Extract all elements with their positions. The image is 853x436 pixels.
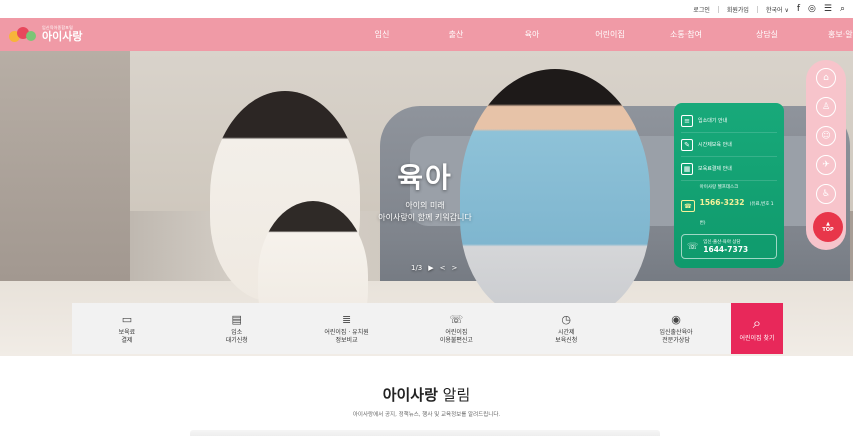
phone-card-icon: ☎ [681, 200, 695, 212]
service-report[interactable]: ☏ 어린이집 이용불편신고 [401, 303, 511, 354]
nav-item-community[interactable]: 소통·참여 [644, 29, 728, 40]
signup-link[interactable]: 회원가입 [727, 5, 749, 14]
nav-item-birth[interactable]: 출산 [424, 29, 488, 40]
scroll-top-button[interactable]: ▲ TOP [813, 212, 843, 242]
hero-subtitle-line-2: 아이사랑이 함께 키워갑니다 [378, 212, 472, 222]
divider [717, 5, 719, 13]
document-icon: ≡ [681, 114, 693, 127]
quick-item-label: 보육료결제 안내 [698, 166, 732, 172]
service-label: 어린이집 · 유치원 [324, 328, 369, 336]
menu-icon[interactable]: ☰ [824, 4, 832, 14]
service-admission-wait[interactable]: ▤ 입소 대기신청 [182, 303, 292, 354]
notice-description: 아이사랑에서 공지, 정책뉴스, 행사 및 교육정보를 알려드립니다. [352, 412, 501, 418]
divider [756, 5, 758, 13]
consult-contact[interactable]: ☏ 임신·출산·육아 상담 1644-7373 [681, 234, 777, 259]
prev-slide-icon[interactable]: < [440, 264, 446, 272]
hero-title: 육아 [397, 161, 453, 194]
site-logo[interactable]: 임신육아종합포털 아이사랑 [9, 22, 82, 46]
quick-info-panel: ≡ 입소대기 안내 ✎ 시간제보육 안내 ▦ 보육료결제 안내 ☎ 아이사랑 헬… [674, 103, 784, 268]
find-daycare-label: 어린이집 찾기 [739, 335, 775, 343]
service-strip: ▭ 보육료 결제 ▤ 입소 대기신청 ≣ 어린이집 · 유치원 정보비교 ☏ 어… [72, 303, 783, 354]
service-label: 이용불편신고 [439, 336, 473, 344]
stroller-icon[interactable]: ♿ [816, 184, 836, 204]
service-expert-counsel[interactable]: ◉ 임신출산육아 전문가상담 [621, 303, 731, 354]
hero-copy: 육아 아이의 미래 아이사랑이 함께 키워갑니다 [330, 156, 520, 223]
play-icon[interactable]: ▶ [428, 264, 433, 272]
quick-item-hourly-care[interactable]: ✎ 시간제보육 안내 [681, 133, 777, 157]
calendar-icon: ▤ [231, 312, 242, 326]
top-label: TOP [822, 227, 834, 233]
hero-pager: 1/3 ▶ < > [411, 264, 457, 272]
report-icon: ☏ [449, 312, 464, 326]
facebook-icon[interactable]: f [797, 4, 800, 14]
login-link[interactable]: 로그인 [693, 5, 710, 14]
service-label: 정보비교 [335, 336, 358, 344]
service-label: 대기신청 [225, 336, 248, 344]
chevron-down-icon: ∨ [784, 6, 789, 14]
card-icon: ▭ [121, 312, 133, 326]
service-label: 결제 [121, 336, 133, 344]
service-label: 전문가상담 [662, 336, 690, 344]
notice-panel-edge [190, 430, 660, 436]
home-icon[interactable]: ⌂ [816, 68, 836, 88]
nav-item-pregnancy[interactable]: 임신 [340, 29, 424, 40]
service-label: 임신출산육아 [659, 328, 693, 336]
notice-title: 아이사랑 알림 [0, 384, 853, 405]
pen-document-icon: ✎ [681, 138, 693, 151]
quick-item-payment[interactable]: ▦ 보육료결제 안내 [681, 157, 777, 181]
service-label: 보육료 [118, 328, 136, 336]
notice-section: 아이사랑 알림 아이사랑에서 공지, 정책뉴스, 행사 및 교육정보를 알려드립… [0, 384, 853, 418]
language-label: 한국어 [765, 6, 783, 14]
service-label: 보육신청 [555, 336, 578, 344]
next-slide-icon[interactable]: > [452, 264, 458, 272]
clock-icon: ◷ [561, 312, 572, 326]
nav-item-parenting[interactable]: 육아 [488, 29, 576, 40]
helpdesk-contact[interactable]: ☎ 아이사랑 헬프데스크 1566-3232 (유료,번호 1번) [681, 184, 777, 228]
slide-counter: 1/3 [411, 264, 423, 272]
service-label: 어린이집 [445, 328, 468, 336]
utility-bar: 로그인 회원가입 한국어 ∨ f ◎ ☰ ⌕ [0, 0, 853, 18]
nav-item-notice[interactable]: 홍보·알림 [806, 29, 853, 40]
instagram-icon[interactable]: ◎ [808, 4, 816, 14]
notice-title-bold: 아이사랑 [382, 386, 438, 404]
calendar-icon: ▦ [681, 162, 693, 175]
find-daycare-button[interactable]: ⌕ 어린이집 찾기 [730, 303, 783, 354]
search-icon: ⌕ [752, 313, 762, 332]
hero-subtitle-line-1: 아이의 미래 [405, 201, 445, 210]
main-nav: 임신육아종합포털 아이사랑 임신 출산 육아 어린이집 소통·참여 상담실 홍보… [0, 18, 853, 51]
logo-mark-icon [9, 22, 39, 46]
expert-icon: ◉ [671, 312, 681, 326]
service-label: 입소 [231, 328, 243, 336]
notice-title-light: 알림 [437, 386, 471, 404]
language-select[interactable]: 한국어 ∨ [766, 5, 789, 14]
service-childcare-payment[interactable]: ▭ 보육료 결제 [72, 303, 182, 354]
quick-item-label: 입소대기 안내 [698, 118, 728, 124]
hero-window [0, 51, 130, 281]
compare-icon: ≣ [341, 312, 352, 326]
logo-title: 아이사랑 [42, 29, 83, 43]
helpdesk-number: 1566-3232 [699, 198, 745, 207]
toy-icon[interactable]: ✈ [816, 155, 836, 175]
nav-menu: 임신 출산 육아 어린이집 소통·참여 상담실 홍보·알림 [340, 18, 853, 51]
service-label: 시간제 [557, 328, 575, 336]
nav-item-daycare[interactable]: 어린이집 [576, 29, 644, 40]
service-hourly-care[interactable]: ◷ 시간제 보육신청 [511, 303, 621, 354]
chat-phone-icon: ☏ [687, 241, 699, 252]
quick-item-label: 시간제보육 안내 [698, 142, 732, 148]
quick-item-admission-wait[interactable]: ≡ 입소대기 안내 [681, 109, 777, 133]
nav-item-counsel[interactable]: 상담실 [728, 29, 806, 40]
baby-face-icon[interactable]: ☺ [816, 126, 836, 146]
search-icon[interactable]: ⌕ [840, 4, 845, 14]
baby-bottle-icon[interactable]: ♙ [816, 97, 836, 117]
service-info-compare[interactable]: ≣ 어린이집 · 유치원 정보비교 [292, 303, 402, 354]
consult-number: 1644-7373 [703, 245, 749, 254]
